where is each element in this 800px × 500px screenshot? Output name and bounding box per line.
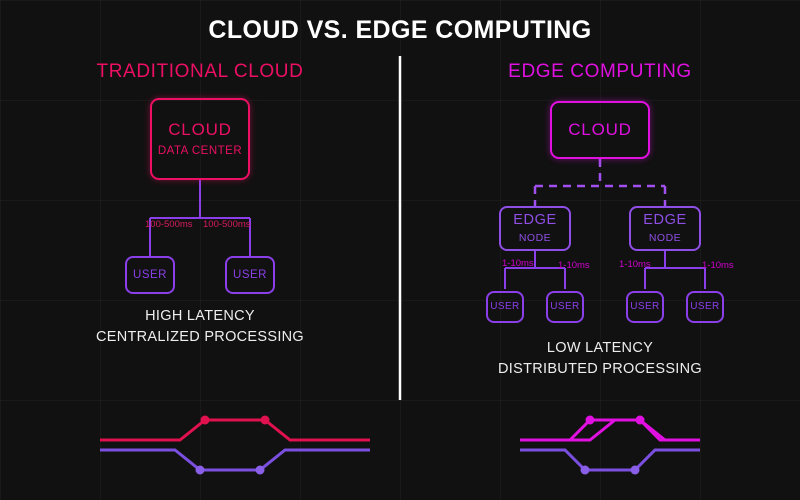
latency-label-right-1: 1-10ms [502,258,534,269]
latency-label-left-2: 100-500ms [203,219,251,230]
node-user-right-1-label: USER [490,300,520,312]
node-edge-1-title: EDGE [513,212,557,229]
left-waveform-high-line [100,418,370,442]
node-edge-1[interactable]: EDGE NODE [499,206,571,251]
caption-edge-line-1: LOW LATENCY [546,340,654,356]
panel-heading-edge-computing: EDGE COMPUTING [508,61,692,82]
node-user-right-3[interactable]: USER [626,291,664,323]
right-waveform-low-line [520,448,700,472]
node-cloud-data-center-subtitle: DATA CENTER [157,144,243,157]
node-cloud-data-center[interactable]: CLOUD DATA CENTER [150,98,250,180]
latency-label-right-2: 1-10ms [558,260,590,271]
right-waveform-high-line [520,418,700,442]
left-waveform-high-point [200,415,210,425]
node-edge-2[interactable]: EDGE NODE [629,206,701,251]
node-user-right-2-label: USER [550,300,580,312]
left-connectors [149,180,251,256]
latency-label-right-4: 1-10ms [702,260,734,271]
caption-traditional-line-1: HIGH LATENCY [145,308,255,324]
node-user-left-2[interactable]: USER [225,256,275,294]
node-cloud-edge[interactable]: CLOUD [550,101,650,159]
node-user-right-2[interactable]: USER [546,291,584,323]
node-user-left-2-label: USER [233,268,267,281]
node-edge-2-title: EDGE [643,212,687,229]
node-cloud-data-center-title: CLOUD [168,120,232,140]
right-waveform-low-point [580,465,590,475]
left-waveform [100,415,370,475]
left-waveform-low-point [195,465,205,475]
node-user-right-4-label: USER [690,300,720,312]
node-edge-1-subtitle: NODE [518,231,552,244]
caption-edge-line-2: DISTRIBUTED PROCESSING [498,361,702,377]
node-user-right-3-label: USER [630,300,660,312]
node-edge-2-subtitle: NODE [648,231,682,244]
right-waveform-low-point [630,465,640,475]
page-title: CLOUD VS. EDGE COMPUTING [208,16,592,44]
node-user-left-1-label: USER [133,268,167,281]
panel-heading-traditional-cloud: TRADITIONAL CLOUD [96,61,304,82]
right-edge-to-user-connectors [504,251,706,289]
infographic-canvas: CLOUD VS. EDGE COMPUTING TRADITIONAL CLO… [0,0,800,500]
latency-label-left-1: 100-500ms [145,219,193,230]
caption-traditional-cloud: HIGH LATENCY CENTRALIZED PROCESSING [0,306,400,348]
latency-label-right-3: 1-10ms [619,259,651,270]
left-waveform-high-point [260,415,270,425]
caption-edge-computing: LOW LATENCY DISTRIBUTED PROCESSING [400,338,800,380]
node-cloud-edge-title: CLOUD [568,120,632,140]
right-waveform-high-point [635,415,645,425]
left-waveform-low-point [255,465,265,475]
node-user-right-1[interactable]: USER [486,291,524,323]
right-waveform-high-point [585,415,595,425]
left-waveform-low-line [100,448,370,472]
caption-traditional-line-2: CENTRALIZED PROCESSING [95,329,305,345]
right-waveform [520,415,700,475]
node-user-left-1[interactable]: USER [125,256,175,294]
right-cloud-to-edge-connectors [533,159,667,206]
node-user-right-4[interactable]: USER [686,291,724,323]
